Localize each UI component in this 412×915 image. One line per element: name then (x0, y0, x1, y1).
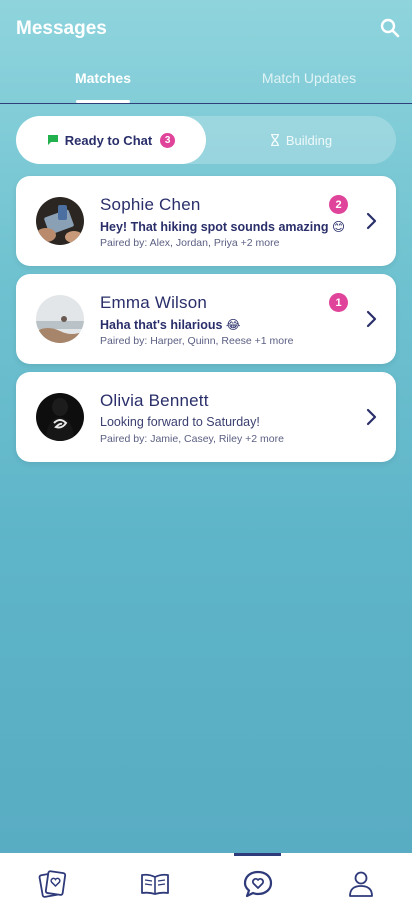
tab-matches[interactable]: Matches (0, 70, 206, 86)
chat-heart-icon (243, 870, 272, 898)
hourglass-icon (270, 134, 279, 146)
avatar (36, 295, 84, 343)
contact-name: Olivia Bennett (100, 391, 209, 410)
page-title: Messages (16, 18, 107, 39)
bottom-navigation (0, 853, 412, 915)
chat-card[interactable]: Olivia Bennett Looking forward to Saturd… (16, 372, 396, 462)
profile-icon (348, 871, 373, 897)
active-tab-indicator (76, 100, 130, 103)
avatar (36, 393, 84, 441)
segment-ready-to-chat[interactable]: Ready to Chat 3 (16, 116, 206, 164)
contact-name: Emma Wilson (100, 293, 208, 312)
paired-by: Paired by: Harper, Quinn, Reese +1 more (100, 335, 294, 347)
chat-card[interactable]: Emma Wilson Haha that's hilarious 😂 Pair… (16, 274, 396, 364)
contact-name: Sophie Chen (100, 195, 201, 214)
last-message: Haha that's hilarious 😂 (100, 318, 241, 332)
chevron-right-icon (366, 212, 377, 230)
app-header: Messages Matches Match Updates (0, 0, 412, 104)
search-icon (380, 18, 400, 38)
unread-badge: 1 (329, 293, 348, 312)
last-message: Hey! That hiking spot sounds amazing 😊 (100, 220, 345, 234)
segment-ready-label: Ready to Chat (64, 132, 153, 148)
tab-match-updates[interactable]: Match Updates (206, 70, 412, 86)
chevron-right-icon (366, 408, 377, 426)
paired-by: Paired by: Jamie, Casey, Riley +2 more (100, 433, 284, 445)
cards-heart-icon (38, 870, 66, 898)
paired-by: Paired by: Alex, Jordan, Priya +2 more (100, 237, 280, 249)
segment-building[interactable]: Building (206, 116, 396, 164)
nav-cards[interactable] (0, 853, 103, 915)
chat-bubble-icon (47, 135, 58, 145)
last-message: Looking forward to Saturday! (100, 415, 260, 429)
ready-count-badge: 3 (160, 132, 176, 148)
chat-filter-segment: Ready to Chat 3 Building (16, 116, 396, 164)
open-book-icon (140, 873, 169, 895)
chevron-right-icon (366, 310, 377, 328)
nav-messages[interactable] (206, 853, 309, 915)
unread-badge: 2 (329, 195, 348, 214)
search-button[interactable] (378, 16, 402, 40)
segment-building-label: Building (285, 132, 333, 148)
chat-card[interactable]: Sophie Chen Hey! That hiking spot sounds… (16, 176, 396, 266)
nav-journal[interactable] (103, 853, 206, 915)
nav-profile[interactable] (309, 853, 412, 915)
avatar (36, 197, 84, 245)
